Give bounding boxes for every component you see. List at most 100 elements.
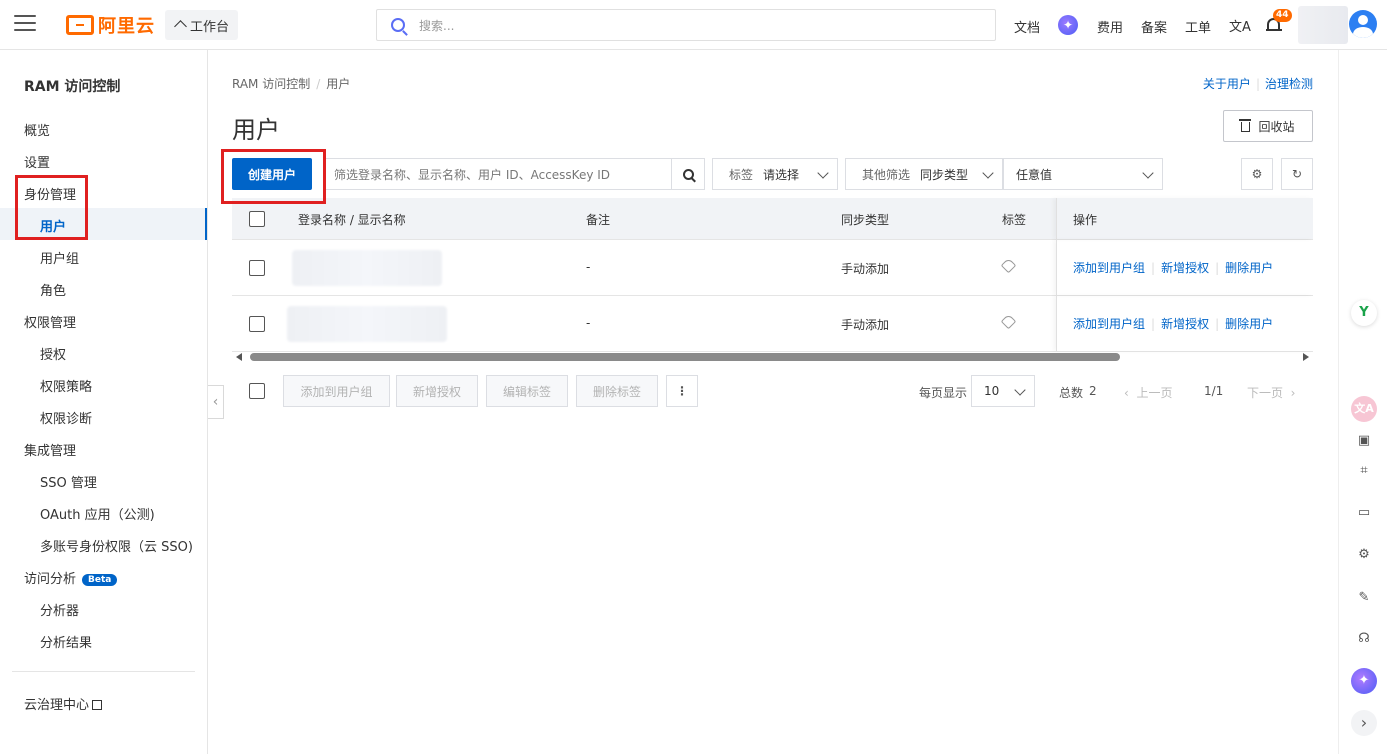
user-name-blurred[interactable] bbox=[292, 250, 442, 286]
add-to-group-link[interactable]: 添加到用户组 bbox=[1073, 317, 1145, 331]
next-page-button[interactable]: 下一页 › bbox=[1247, 384, 1295, 401]
billing-link[interactable]: 费用 bbox=[1097, 17, 1123, 36]
table-settings-button[interactable]: ⚙ bbox=[1241, 158, 1273, 190]
settings-gear-icon[interactable]: ⚙ bbox=[1351, 542, 1377, 568]
chevron-down-icon bbox=[817, 167, 829, 179]
tag-filter-select[interactable]: 标签 请选择 bbox=[712, 158, 838, 190]
sidebar-item-analyzer[interactable]: 分析器 bbox=[40, 600, 79, 619]
translate-icon[interactable]: 文A bbox=[1351, 396, 1377, 422]
sidebar-item-roles[interactable]: 角色 bbox=[40, 280, 66, 299]
recycle-bin-label: 回收站 bbox=[1258, 119, 1295, 134]
breadcrumb-ram[interactable]: RAM 访问控制 bbox=[232, 77, 310, 91]
prev-page-button[interactable]: ‹ 上一页 bbox=[1124, 384, 1172, 401]
sidebar-item-overview[interactable]: 概览 bbox=[24, 120, 50, 139]
scrollbar-thumb[interactable] bbox=[250, 353, 1120, 361]
cart-icon[interactable]: ▣ bbox=[1351, 428, 1377, 454]
user-name-blurred[interactable] bbox=[287, 306, 447, 342]
ai-assistant-icon[interactable]: ✦ bbox=[1058, 15, 1078, 35]
user-avatar[interactable] bbox=[1349, 10, 1377, 38]
governance-check-link[interactable]: 治理检测 bbox=[1265, 77, 1313, 91]
bulk-add-to-group-button[interactable]: 添加到用户组 bbox=[283, 375, 390, 407]
scroll-right-icon[interactable] bbox=[1303, 353, 1309, 361]
sidebar-group-identity[interactable]: 身份管理 bbox=[24, 184, 76, 203]
sidebar-item-cloud-sso[interactable]: 多账号身份权限（云 SSO) bbox=[40, 536, 193, 555]
refresh-button[interactable]: ↻ bbox=[1281, 158, 1313, 190]
users-table: 登录名称 / 显示名称 备注 同步类型 标签 操作 - 手动添加 添加到用户组 |… bbox=[232, 198, 1313, 352]
filing-link[interactable]: 备案 bbox=[1141, 17, 1167, 36]
user-filter-input[interactable]: 筛选登录名称、显示名称、用户 ID、AccessKey ID bbox=[323, 158, 672, 190]
sidebar-item-user-groups[interactable]: 用户组 bbox=[40, 248, 79, 267]
expand-rail-icon[interactable]: › bbox=[1351, 710, 1377, 736]
prev-page-label: 上一页 bbox=[1136, 386, 1173, 400]
recycle-bin-button[interactable]: 回收站 bbox=[1223, 110, 1313, 142]
governance-center-link[interactable]: 云治理中心 bbox=[24, 694, 103, 713]
docs-link[interactable]: 文档 bbox=[1014, 17, 1040, 36]
edit-feedback-icon[interactable]: ✎ bbox=[1351, 585, 1377, 611]
ai-sparkle-icon[interactable]: ✦ bbox=[1351, 668, 1377, 694]
row-checkbox[interactable] bbox=[249, 260, 265, 276]
beta-badge: Beta bbox=[82, 574, 118, 586]
sidebar-item-sso[interactable]: SSO 管理 bbox=[40, 472, 97, 491]
any-value-select[interactable]: 任意值 bbox=[1003, 158, 1163, 190]
sidebar: RAM 访问控制 概览 设置 身份管理 用户 用户组 角色 权限管理 授权 权限… bbox=[0, 50, 208, 754]
support-headset-icon[interactable]: ☊ bbox=[1351, 626, 1377, 652]
workbench-button[interactable]: 工作台 bbox=[165, 10, 239, 40]
tag-filter-value: 请选择 bbox=[763, 167, 800, 182]
tag-icon[interactable] bbox=[1000, 313, 1017, 330]
chevron-down-icon bbox=[1142, 167, 1154, 179]
ticket-link[interactable]: 工单 bbox=[1185, 17, 1211, 36]
per-page-select[interactable]: 10 bbox=[971, 375, 1035, 407]
header-sync-type: 同步类型 bbox=[841, 213, 890, 227]
search-icon bbox=[391, 18, 405, 32]
add-permission-link[interactable]: 新增授权 bbox=[1161, 261, 1209, 275]
delete-user-link[interactable]: 删除用户 bbox=[1225, 317, 1273, 331]
scroll-left-icon[interactable] bbox=[236, 353, 242, 361]
more-actions-icon[interactable]: ⋮ bbox=[666, 375, 698, 407]
other-filter-select[interactable]: 其他筛选 同步类型 bbox=[845, 158, 1003, 190]
search-placeholder: 搜索... bbox=[419, 18, 455, 33]
bulk-add-permission-button[interactable]: 新增授权 bbox=[396, 375, 478, 407]
tag-icon[interactable] bbox=[1000, 257, 1017, 274]
per-page-label: 每页显示 bbox=[919, 386, 968, 400]
global-search-input[interactable]: 搜索... bbox=[376, 9, 996, 41]
aliyun-logo[interactable]: 阿里云 bbox=[66, 13, 155, 37]
language-switch-icon[interactable]: 文A bbox=[1229, 16, 1251, 35]
add-to-group-link[interactable]: 添加到用户组 bbox=[1073, 261, 1145, 275]
sidebar-item-diagnostics[interactable]: 权限诊断 bbox=[40, 408, 92, 427]
any-value-label: 任意值 bbox=[1016, 167, 1053, 182]
sidebar-item-grants[interactable]: 授权 bbox=[40, 344, 66, 363]
sidebar-group-integration[interactable]: 集成管理 bbox=[24, 440, 76, 459]
sidebar-item-analysis-results[interactable]: 分析结果 bbox=[40, 632, 92, 651]
api-icon[interactable]: ⌗ bbox=[1351, 458, 1377, 484]
bulk-select-checkbox[interactable] bbox=[249, 383, 265, 399]
horizontal-scrollbar[interactable] bbox=[232, 352, 1313, 362]
row-checkbox[interactable] bbox=[249, 316, 265, 332]
bulk-delete-tags-button[interactable]: 删除标签 bbox=[576, 375, 658, 407]
terminal-icon[interactable]: ▭ bbox=[1351, 500, 1377, 526]
sidebar-item-oauth-apps[interactable]: OAuth 应用（公测) bbox=[40, 504, 155, 523]
bulk-edit-tags-button[interactable]: 编辑标签 bbox=[486, 375, 568, 407]
create-user-button[interactable]: 创建用户 bbox=[232, 158, 312, 190]
tag-filter-label: 标签 bbox=[729, 167, 754, 182]
sidebar-group-access-analysis[interactable]: 访问分析 Beta bbox=[24, 568, 118, 587]
actions-column: 操作 bbox=[1056, 198, 1313, 239]
row-actions: 添加到用户组 | 新增授权 | 删除用户 bbox=[1073, 317, 1274, 331]
header-name[interactable]: 登录名称 / 显示名称 bbox=[298, 211, 406, 228]
table-header: 登录名称 / 显示名称 备注 同步类型 标签 操作 bbox=[232, 198, 1313, 240]
sidebar-group-permissions[interactable]: 权限管理 bbox=[24, 312, 76, 331]
sidebar-item-settings[interactable]: 设置 bbox=[24, 152, 50, 171]
row-note: - bbox=[586, 260, 591, 274]
sidebar-item-users[interactable]: 用户 bbox=[40, 216, 66, 235]
page-indicator: 1/1 bbox=[1204, 384, 1224, 398]
y-assistant-icon[interactable]: Y bbox=[1351, 300, 1377, 326]
filter-search-button[interactable] bbox=[671, 158, 705, 190]
account-name-blurred[interactable] bbox=[1298, 6, 1348, 44]
breadcrumb-users: 用户 bbox=[326, 77, 351, 91]
about-users-link[interactable]: 关于用户 bbox=[1203, 77, 1251, 91]
add-permission-link[interactable]: 新增授权 bbox=[1161, 317, 1209, 331]
hamburger-menu-icon[interactable] bbox=[14, 15, 36, 35]
select-all-checkbox[interactable] bbox=[249, 211, 265, 227]
row-sync-type: 手动添加 bbox=[841, 262, 890, 276]
sidebar-item-policies[interactable]: 权限策略 bbox=[40, 376, 92, 395]
delete-user-link[interactable]: 删除用户 bbox=[1225, 261, 1273, 275]
